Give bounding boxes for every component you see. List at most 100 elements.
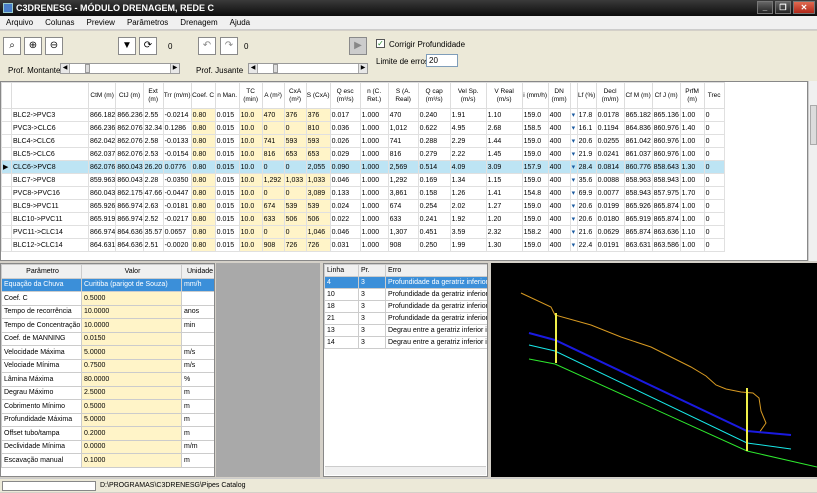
grid-cell[interactable]: 908 (261, 238, 285, 252)
grid-cell[interactable]: 864.636 (115, 238, 144, 252)
grid-header-19[interactable]: DN (mm) (547, 82, 571, 109)
grid-cell[interactable]: 0 (261, 186, 285, 200)
grid-cell[interactable]: 10.0 (238, 186, 263, 200)
grid-cell[interactable] (1, 134, 12, 148)
grid-cell[interactable]: 2,569 (387, 160, 419, 174)
grid-cell[interactable] (1, 238, 12, 252)
error-row[interactable]: 21 3 Profundidade da geratriz inferior (324, 312, 487, 325)
grid-cell[interactable]: 157.9 (521, 160, 549, 174)
grid-cell[interactable]: 653 (283, 147, 307, 161)
grid-cell[interactable]: 0 (703, 147, 725, 161)
grid-cell[interactable]: BLC2->PVC3 (11, 108, 89, 122)
grid-cell[interactable]: 2.28 (142, 173, 164, 187)
grid-header-6[interactable]: Coef. C (190, 82, 216, 109)
grid-cell[interactable]: 159.0 (521, 238, 549, 252)
grid-cell[interactable]: 1.000 (359, 147, 389, 161)
grid-cell[interactable]: 1.30 (679, 160, 705, 174)
grid-cell[interactable]: 860.976 (651, 134, 681, 148)
grid-cell[interactable]: 1,292 (261, 173, 285, 187)
grid-cell[interactable]: 159.0 (521, 108, 549, 122)
grid-cell[interactable]: 2.63 (142, 199, 164, 213)
grid-cell[interactable]: 1.00 (679, 108, 705, 122)
grid-cell[interactable]: 0.0199 (595, 199, 625, 213)
grid-cell[interactable]: 0.090 (329, 160, 361, 174)
grid-cell[interactable]: 0.80 (190, 134, 216, 148)
grid-cell[interactable]: 726 (283, 238, 307, 252)
grid-cell[interactable]: 593 (305, 134, 331, 148)
grid-cell[interactable]: 0.80 (190, 199, 216, 213)
grid-cell[interactable]: 865.874 (623, 225, 653, 239)
grid-cell[interactable]: 1.40 (679, 121, 705, 135)
grid-cell[interactable]: 0.451 (417, 225, 451, 239)
grid-header-17[interactable]: V Real (m/s) (485, 82, 523, 109)
grid-cell[interactable]: 35.6 (576, 173, 597, 187)
refresh-icon[interactable]: ⟳ (139, 37, 157, 55)
grid-header-26[interactable]: Trec (703, 82, 725, 109)
param-value[interactable]: 5.0000 (81, 412, 182, 427)
grid-cell[interactable]: 1.000 (359, 238, 389, 252)
grid-header-4[interactable]: Ext (m) (142, 82, 164, 109)
grid-cell[interactable]: 1,033 (283, 173, 307, 187)
grid-cell[interactable]: 10.0 (238, 238, 263, 252)
grid-cell[interactable]: -0.0154 (162, 147, 192, 161)
grid-cell[interactable]: 0 (283, 160, 307, 174)
grid-row[interactable]: ▶ CLC6->PVC8 862.076 860.043 26.20 0.0776 0.80… (1, 160, 725, 174)
grid-cell[interactable]: 1.20 (485, 212, 523, 226)
grid-cell[interactable]: 741 (387, 134, 419, 148)
grid-cell[interactable]: 0.133 (329, 186, 361, 200)
grid-cell[interactable]: CLC6->PVC8 (11, 160, 89, 174)
grid-cell[interactable]: 861.037 (623, 147, 653, 161)
grid-cell[interactable]: BLC12->CLC14 (11, 238, 89, 252)
grid-cell[interactable]: 1.10 (485, 108, 523, 122)
grid-header-2[interactable]: CtM (m) (87, 82, 117, 109)
grid-cell[interactable]: 2.53 (142, 147, 164, 161)
grid-cell[interactable]: 400 (547, 199, 571, 213)
grid-cell[interactable]: 2.02 (449, 199, 487, 213)
zoom-in-icon[interactable]: ⊕ (24, 37, 42, 55)
grid-cell[interactable]: 862.076 (115, 147, 144, 161)
grid-cell[interactable]: 0 (703, 199, 725, 213)
grid-row[interactable]: BLC7->PVC8 859.963 860.043 2.28 -0.0350 0.80 0… (1, 173, 725, 187)
grid-cell[interactable]: 1,033 (305, 173, 331, 187)
grid-cell[interactable]: 0.046 (329, 225, 361, 239)
grid-cell[interactable]: 0.036 (329, 121, 361, 135)
grid-cell[interactable]: 0.0180 (595, 212, 625, 226)
grid-cell[interactable]: 860.043 (115, 173, 144, 187)
grid-cell[interactable]: 1.45 (485, 147, 523, 161)
grid-cell[interactable]: 1.000 (359, 173, 389, 187)
param-row[interactable]: Escavação manual 0.1000 m (1, 453, 214, 468)
grid-cell[interactable]: 865.136 (651, 108, 681, 122)
grid-cell[interactable]: 865.182 (623, 108, 653, 122)
grid-cell[interactable]: 908 (387, 238, 419, 252)
grid-cell[interactable]: 539 (305, 199, 331, 213)
grid-cell[interactable]: -0.0181 (162, 199, 192, 213)
grid-cell[interactable]: 0.1286 (162, 121, 192, 135)
grid-cell[interactable]: ▾ (569, 173, 578, 187)
grid-vertical-scrollbar[interactable] (808, 81, 817, 261)
grid-cell[interactable]: 0 (703, 212, 725, 226)
param-value[interactable]: 10.0000 (81, 318, 182, 333)
grid-cell[interactable]: 4.09 (449, 160, 487, 174)
grid-cell[interactable]: BLC10->PVC11 (11, 212, 89, 226)
grid-cell[interactable]: 400 (547, 238, 571, 252)
grid-cell[interactable]: 10.0 (238, 173, 263, 187)
grid-cell[interactable]: 863.586 (651, 238, 681, 252)
grid-cell[interactable] (1, 186, 12, 200)
grid-cell[interactable]: 859.963 (87, 173, 117, 187)
grid-cell[interactable]: 0.0657 (162, 225, 192, 239)
grid-cell[interactable]: 20.6 (576, 212, 597, 226)
grid-cell[interactable]: 816 (387, 147, 419, 161)
grid-cell[interactable]: 860.776 (623, 160, 653, 174)
grid-cell[interactable]: 0.015 (214, 121, 240, 135)
grid-cell[interactable]: -0.0133 (162, 134, 192, 148)
grid-cell[interactable] (1, 212, 12, 226)
grid-cell[interactable]: 0.015 (214, 186, 240, 200)
grid-cell[interactable]: 862.076 (87, 160, 117, 174)
grid-cell[interactable]: 0.015 (214, 199, 240, 213)
param-value[interactable]: 80.0000 (81, 372, 182, 387)
grid-cell[interactable]: ▾ (569, 160, 578, 174)
grid-header-11[interactable]: S (CxA) (305, 82, 331, 109)
grid-cell[interactable]: 861.042 (623, 134, 653, 148)
grid-cell[interactable]: 1,292 (387, 173, 419, 187)
grid-header-21[interactable]: Lf (%) (576, 82, 597, 109)
